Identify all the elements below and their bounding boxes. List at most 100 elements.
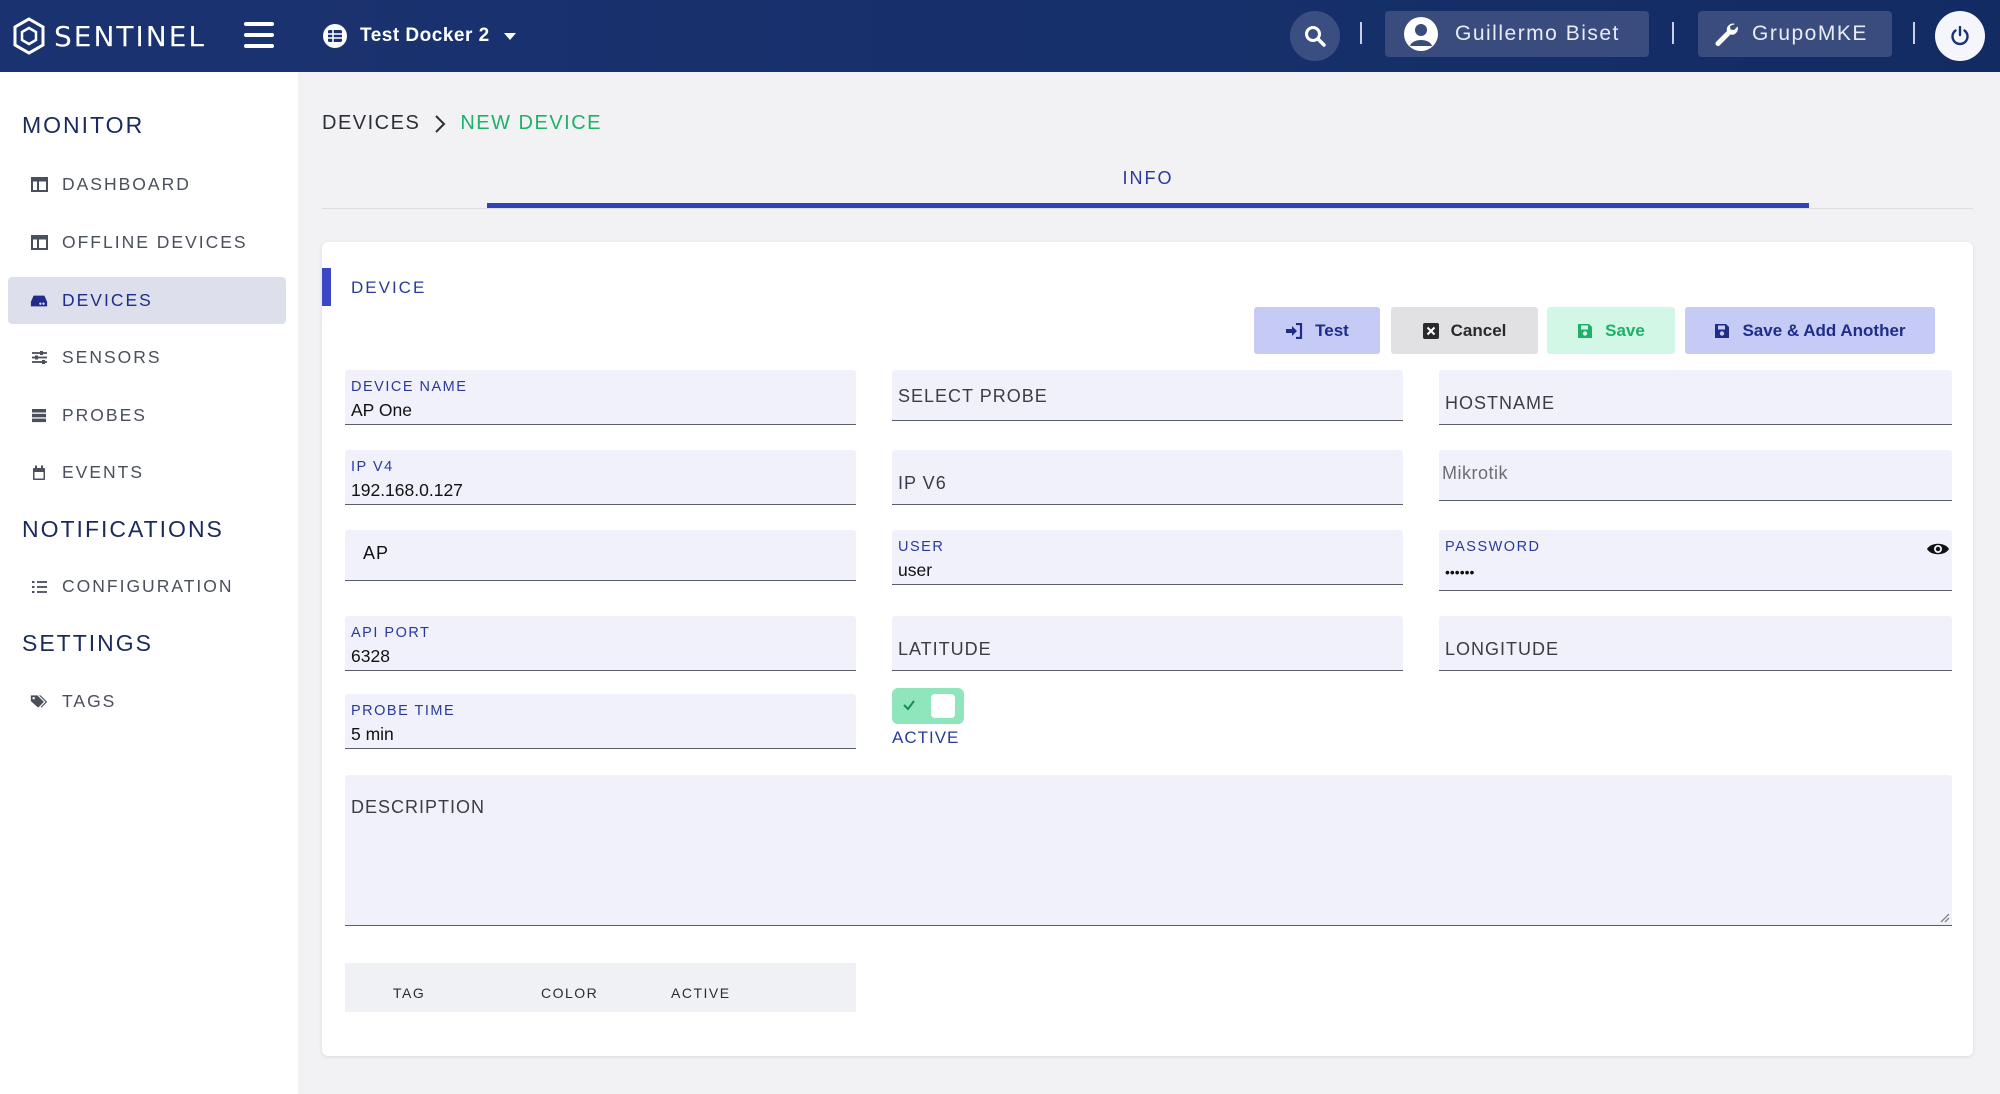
list-icon xyxy=(30,578,48,596)
device-type-value: AP xyxy=(363,543,390,563)
user-avatar-icon xyxy=(1404,17,1438,51)
ipv6-placeholder: IP V6 xyxy=(898,473,947,493)
globe-icon xyxy=(323,24,347,48)
ipv4-label: IP V4 xyxy=(351,459,394,475)
power-icon xyxy=(1951,25,1969,46)
user-value: user xyxy=(898,560,933,580)
sidebar-item-label: TAGS xyxy=(62,691,117,711)
hamburger-icon-line xyxy=(244,33,274,37)
device-name-value: AP One xyxy=(351,400,412,420)
cancel-button-label: Cancel xyxy=(1450,320,1507,340)
sidebar-item-label: DEVICES xyxy=(62,290,153,310)
breadcrumb: DEVICES NEW DEVICE xyxy=(322,112,602,135)
select-probe-dropdown[interactable]: SELECT PROBE xyxy=(892,370,1403,421)
active-toggle-label: ACTIVE xyxy=(892,728,960,747)
sidebar-item-label: SENSORS xyxy=(62,347,162,367)
menu-toggle-button[interactable] xyxy=(244,22,274,48)
column-header-tag[interactable]: TAG xyxy=(393,985,425,1001)
ipv6-field[interactable]: IP V6 xyxy=(892,450,1403,505)
organization-name: GrupoMKE xyxy=(1752,22,1868,45)
save-button-label: Save xyxy=(1605,320,1645,340)
section-marker xyxy=(322,268,331,306)
search-icon xyxy=(1305,26,1326,47)
sidebar-item-tags[interactable]: TAGS xyxy=(8,678,286,725)
search-button[interactable] xyxy=(1290,11,1340,61)
description-textarea[interactable]: DESCRIPTION xyxy=(345,775,1952,926)
active-toggle[interactable] xyxy=(892,688,964,724)
save-and-add-another-button[interactable]: Save & Add Another xyxy=(1685,307,1935,354)
server-icon xyxy=(30,407,48,425)
sidebar-item-events[interactable]: EVENTS xyxy=(8,449,286,496)
toggle-knob xyxy=(931,694,955,718)
probe-time-label: PROBE TIME xyxy=(351,703,456,719)
tags-icon xyxy=(30,693,48,711)
api-port-value: 6328 xyxy=(351,646,390,666)
user-field[interactable]: USER user xyxy=(892,530,1403,585)
breadcrumb-current: NEW DEVICE xyxy=(460,112,602,134)
sidebar-item-label: DASHBOARD xyxy=(62,174,191,194)
ipv4-field[interactable]: IP V4 192.168.0.127 xyxy=(345,450,856,505)
save-button[interactable]: Save xyxy=(1547,307,1675,354)
logout-button[interactable] xyxy=(1935,11,1985,61)
eye-icon[interactable] xyxy=(1926,541,1950,557)
device-name-field[interactable]: DEVICE NAME AP One xyxy=(345,370,856,425)
sidebar-item-devices[interactable]: DEVICES xyxy=(8,277,286,324)
sidebar-item-dashboard[interactable]: DASHBOARD xyxy=(8,161,286,208)
cancel-button[interactable]: Cancel xyxy=(1391,307,1538,354)
brand-logo[interactable]: SENTINEL xyxy=(12,16,206,56)
chevron-down-icon xyxy=(503,32,516,40)
latitude-placeholder: LATITUDE xyxy=(898,639,992,659)
vendor-select[interactable]: Mikrotik xyxy=(1439,450,1952,501)
check-icon xyxy=(903,700,915,711)
select-probe-placeholder: SELECT PROBE xyxy=(898,386,1048,406)
longitude-field[interactable]: LONGITUDE xyxy=(1439,616,1952,671)
api-port-field[interactable]: API PORT 6328 xyxy=(345,616,856,671)
hamburger-icon-line xyxy=(244,44,274,48)
password-label: PASSWORD xyxy=(1445,539,1541,555)
password-value: •••••• xyxy=(1445,564,1475,580)
table-columns-icon xyxy=(30,234,48,252)
hostname-field[interactable]: HOSTNAME xyxy=(1439,370,1952,425)
sidebar-item-label: CONFIGURATION xyxy=(62,576,234,596)
floppy-disk-icon xyxy=(1578,323,1593,338)
test-button-label: Test xyxy=(1315,320,1349,340)
user-label: USER xyxy=(898,539,945,555)
breadcrumb-devices-link[interactable]: DEVICES xyxy=(322,112,420,135)
ipv4-value: 192.168.0.127 xyxy=(351,480,463,500)
resize-handle-icon[interactable] xyxy=(1938,911,1950,923)
hamburger-icon-line xyxy=(244,22,274,26)
table-columns-icon xyxy=(30,176,48,194)
probe-time-value: 5 min xyxy=(351,724,394,744)
password-field[interactable]: PASSWORD •••••• xyxy=(1439,530,1952,591)
vendor-value: Mikrotik xyxy=(1442,463,1508,483)
sidebar-item-label: OFFLINE DEVICES xyxy=(62,232,248,252)
description-placeholder: DESCRIPTION xyxy=(351,797,486,817)
organization-button[interactable]: GrupoMKE xyxy=(1698,11,1892,57)
sidebar-item-offline-devices[interactable]: OFFLINE DEVICES xyxy=(8,219,286,266)
project-selector[interactable]: Test Docker 2 xyxy=(322,18,516,54)
user-name: Guillermo Biset xyxy=(1455,22,1620,45)
longitude-placeholder: LONGITUDE xyxy=(1445,639,1560,659)
sidebar-item-label: EVENTS xyxy=(62,462,145,482)
device-type-select[interactable]: AP xyxy=(345,530,856,581)
latitude-field[interactable]: LATITUDE xyxy=(892,616,1403,671)
column-header-active[interactable]: ACTIVE xyxy=(671,985,731,1001)
device-form-card: DEVICE Test Cancel Save Save & Add Anoth… xyxy=(322,242,1973,1056)
tab-label: INFO xyxy=(1122,168,1174,188)
section-title: DEVICE xyxy=(351,278,427,297)
probe-time-field[interactable]: PROBE TIME 5 min xyxy=(345,694,856,749)
sidebar-item-probes[interactable]: PROBES xyxy=(8,392,286,439)
divider xyxy=(1913,22,1915,44)
column-header-color[interactable]: COLOR xyxy=(541,985,598,1001)
top-bar: SENTINEL Test Docker 2 Guillermo Biset G… xyxy=(0,0,2000,72)
tags-table-header: TAG COLOR ACTIVE xyxy=(345,963,856,1012)
sidebar-item-configuration[interactable]: CONFIGURATION xyxy=(8,563,286,610)
floppy-disk-icon xyxy=(1715,323,1730,338)
test-button[interactable]: Test xyxy=(1254,307,1380,354)
user-menu-button[interactable]: Guillermo Biset xyxy=(1385,11,1649,57)
hdd-icon xyxy=(30,292,48,310)
wrench-icon xyxy=(1715,23,1738,46)
chevron-right-icon xyxy=(435,114,446,133)
sidebar-item-sensors[interactable]: SENSORS xyxy=(8,334,286,381)
tab-divider xyxy=(322,208,1973,209)
